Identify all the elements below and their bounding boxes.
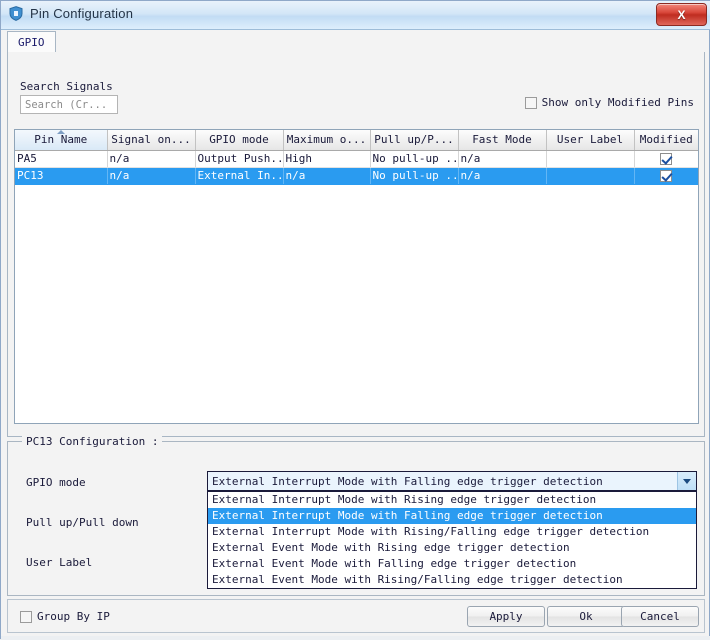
modified-checkbox[interactable]	[660, 153, 673, 165]
search-signals-label: Search Signals	[20, 80, 113, 93]
column-header-label: Maximum o...	[286, 133, 367, 147]
title-bar: Pin Configuration X	[1, 1, 710, 30]
cell-signal-on: n/a	[107, 167, 196, 185]
cell-maximum-output: n/a	[283, 167, 371, 185]
cell-modified[interactable]	[634, 167, 698, 185]
cell-maximum-output: High	[283, 150, 371, 168]
cancel-button[interactable]: Cancel	[621, 606, 699, 627]
column-header-label: Pin Name	[34, 133, 88, 147]
dropdown-option[interactable]: External Event Mode with Rising/Falling …	[208, 572, 696, 588]
pin-configuration-groupbox: PC13 Configuration : GPIO mode Pull up/P…	[7, 435, 705, 596]
ok-button-label: Ok	[579, 610, 593, 623]
dropdown-option[interactable]: External Event Mode with Falling edge tr…	[208, 556, 696, 572]
column-header-fast-mode[interactable]: Fast Mode	[458, 130, 547, 151]
group-by-ip-label: Group By IP	[37, 610, 110, 623]
show-only-modified-pins-checkbox[interactable]: Show only Modified Pins	[524, 96, 694, 109]
cell-pull-updown: No pull-up ...	[370, 167, 459, 185]
pin-table: Pin Name Signal on... GPIO mode Maximum …	[14, 129, 699, 424]
gpio-panel: Search Signals Show only Modified Pins P…	[7, 52, 705, 437]
tab-strip: GPIO	[7, 31, 705, 53]
cell-user-label	[546, 150, 635, 168]
modified-checkbox[interactable]	[660, 170, 673, 182]
table-row[interactable]: PC13 n/a External In... n/a No pull-up .…	[15, 167, 698, 185]
cell-fast-mode: n/a	[458, 167, 547, 185]
cell-gpio-mode: External In...	[195, 167, 284, 185]
table-row[interactable]: PA5 n/a Output Push... High No pull-up .…	[15, 150, 698, 168]
pin-configuration-dialog: Pin Configuration X GPIO Search Signals …	[0, 0, 710, 640]
close-icon: X	[677, 7, 686, 22]
gpio-mode-combobox[interactable]: External Interrupt Mode with Falling edg…	[207, 471, 697, 491]
cell-fast-mode: n/a	[458, 150, 547, 168]
dialog-footer: Group By IP Apply Ok Cancel	[7, 599, 705, 633]
cell-modified[interactable]	[634, 150, 698, 168]
checkbox-box	[20, 610, 32, 623]
checkbox-box	[524, 96, 537, 109]
dropdown-option-selected[interactable]: External Interrupt Mode with Falling edg…	[208, 508, 696, 524]
table-header-row: Pin Name Signal on... GPIO mode Maximum …	[15, 130, 698, 151]
ok-button[interactable]: Ok	[547, 606, 625, 627]
window-bottom-edge	[1, 636, 710, 640]
dropdown-option[interactable]: External Interrupt Mode with Rising edge…	[208, 492, 696, 508]
apply-button[interactable]: Apply	[467, 606, 545, 627]
column-header-label: User Label	[556, 133, 624, 147]
cell-signal-on: n/a	[107, 150, 196, 168]
chevron-down-icon[interactable]	[677, 472, 696, 490]
column-header-pull-updown[interactable]: Pull up/P...	[370, 130, 459, 151]
apply-button-label: Apply	[489, 610, 523, 623]
gpio-mode-dropdown-list[interactable]: External Interrupt Mode with Rising edge…	[207, 491, 697, 589]
tab-gpio[interactable]: GPIO	[7, 31, 56, 52]
tab-gpio-label: GPIO	[18, 35, 45, 49]
pull-updown-label: Pull up/Pull down	[26, 516, 139, 529]
cell-pin-name: PC13	[15, 167, 108, 185]
shield-icon	[9, 6, 23, 21]
column-header-gpio-mode[interactable]: GPIO mode	[195, 130, 284, 151]
show-only-modified-pins-label: Show only Modified Pins	[541, 96, 694, 109]
groupbox-title: PC13 Configuration :	[22, 435, 163, 448]
group-by-ip-checkbox[interactable]: Group By IP	[20, 610, 110, 623]
gpio-mode-selected-value: External Interrupt Mode with Falling edg…	[212, 474, 603, 488]
sort-ascending-icon	[56, 130, 65, 134]
column-header-pin-name[interactable]: Pin Name	[15, 130, 108, 151]
column-header-user-label[interactable]: User Label	[546, 130, 635, 151]
cell-user-label	[546, 167, 635, 185]
column-header-label: Signal on...	[111, 133, 191, 147]
pin-table-grid: Pin Name Signal on... GPIO mode Maximum …	[15, 130, 698, 185]
gpio-mode-label: GPIO mode	[26, 476, 86, 489]
column-header-label: Fast Mode	[472, 133, 532, 147]
cell-pin-name: PA5	[15, 150, 108, 168]
column-header-signal-on[interactable]: Signal on...	[107, 130, 196, 151]
cancel-button-label: Cancel	[640, 610, 680, 623]
title-bar-left: Pin Configuration	[9, 6, 133, 21]
column-header-maximum-output[interactable]: Maximum o...	[283, 130, 371, 151]
column-header-label: GPIO mode	[209, 133, 269, 147]
search-input[interactable]	[20, 95, 118, 114]
cell-pull-updown: No pull-up ...	[370, 150, 459, 168]
user-label-label: User Label	[26, 556, 93, 569]
column-header-modified[interactable]: Modified	[634, 130, 698, 151]
window-title: Pin Configuration	[30, 6, 134, 21]
close-button[interactable]: X	[656, 3, 707, 26]
dropdown-option[interactable]: External Event Mode with Rising edge tri…	[208, 540, 696, 556]
dropdown-option[interactable]: External Interrupt Mode with Rising/Fall…	[208, 524, 696, 540]
column-header-label: Modified	[639, 133, 693, 147]
cell-gpio-mode: Output Push...	[195, 150, 284, 168]
column-header-label: Pull up/P...	[374, 133, 454, 147]
